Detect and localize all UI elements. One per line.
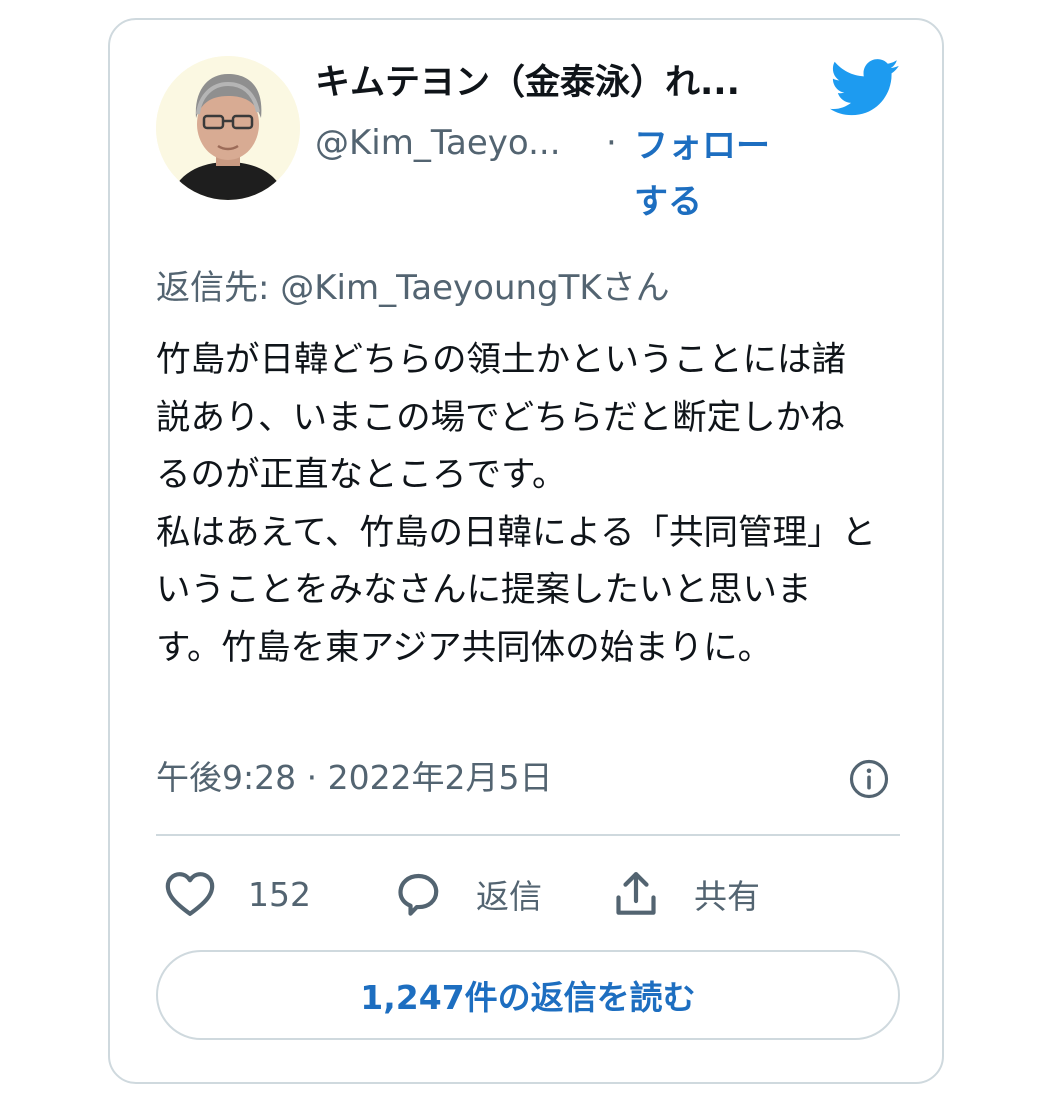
speech-bubble-icon xyxy=(398,873,439,916)
heart-icon xyxy=(165,872,215,916)
follow-link[interactable]: フォローする xyxy=(634,118,794,230)
divider xyxy=(156,834,900,836)
info-icon[interactable] xyxy=(848,758,890,800)
tweet-text: 竹島が日韓どちらの領土かということには諸説あり、いまこの場でどちらだと断定しかね… xyxy=(156,340,877,668)
twitter-bird-icon[interactable] xyxy=(830,58,900,118)
reply-to-line: 返信先: @Kim_TaeyoungTKさん xyxy=(156,268,670,308)
reply-label: 返信 xyxy=(476,877,542,916)
author-display-name[interactable]: キムテヨン（金泰泳）れ... xyxy=(315,58,795,108)
share-label: 共有 xyxy=(694,877,760,916)
reply-button[interactable]: 返信 xyxy=(390,866,542,922)
like-button[interactable]: 152 xyxy=(162,866,311,922)
read-replies-button[interactable]: 1,247件の返信を読む xyxy=(156,950,900,1040)
share-upload-icon xyxy=(616,872,656,915)
avatar-photo xyxy=(156,56,300,200)
handle-separator: · xyxy=(606,123,617,163)
author-handle[interactable]: @Kim_Taeyo... xyxy=(315,120,561,166)
like-count: 152 xyxy=(248,874,311,914)
author-avatar[interactable] xyxy=(156,56,300,200)
tweet-timestamp[interactable]: 午後9:28 · 2022年2月5日 xyxy=(156,754,553,802)
tweet-card: キムテヨン（金泰泳）れ... @Kim_Taeyo... · フォローする 返信… xyxy=(108,18,944,1084)
share-button[interactable]: 共有 xyxy=(608,866,760,922)
